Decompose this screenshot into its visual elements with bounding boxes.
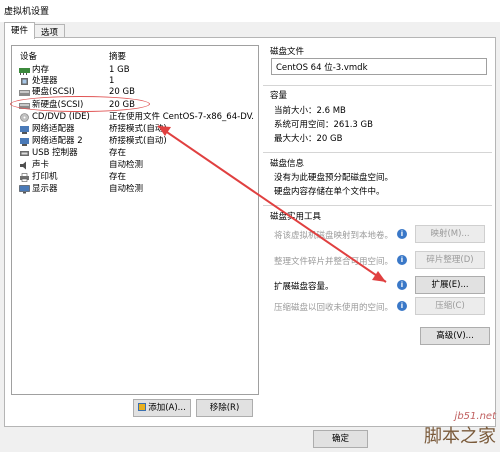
defragment-button[interactable]: 碎片整理(D): [415, 251, 485, 269]
info-icon[interactable]: i: [397, 280, 407, 290]
device-summary: 20 GB: [109, 87, 135, 97]
expand-button[interactable]: 扩展(E)...: [415, 276, 485, 294]
display-icon: [19, 185, 30, 194]
usb-controller-icon: [20, 151, 29, 156]
watermark-site: jb51.net: [454, 411, 496, 422]
device-row-new-hard-disk[interactable]: 新硬盘(SCSI) 20 GB: [12, 100, 258, 111]
device-column-header[interactable]: 设备: [20, 50, 37, 62]
tab-options[interactable]: 选项: [34, 24, 66, 38]
device-name: CD/DVD (IDE): [32, 112, 90, 122]
map-disk-text: 将该虚拟机磁盘映射到本地卷。: [274, 231, 394, 241]
tab-strip: 硬件 选项: [4, 22, 496, 39]
memory-icon: [19, 68, 30, 75]
device-name: 网络适配器 2: [32, 136, 83, 146]
device-name: 内存: [32, 65, 50, 75]
device-list[interactable]: 设备 摘要 内存 1 GB 处理器 1 硬盘(SCSI) 20 GB 新硬盘(S…: [11, 45, 259, 395]
add-shield-icon: [138, 403, 147, 411]
watermark-brand: 脚本之家: [424, 426, 496, 447]
device-summary: 1 GB: [109, 65, 130, 75]
device-list-header: 设备 摘要: [12, 50, 258, 62]
device-row-network-adapter-2[interactable]: 网络适配器 2 桥接模式(自动): [12, 136, 258, 147]
device-row-hard-disk[interactable]: 硬盘(SCSI) 20 GB: [12, 87, 258, 98]
device-summary: 自动检测: [109, 160, 144, 170]
device-row-memory[interactable]: 内存 1 GB: [12, 65, 258, 76]
device-row-processor[interactable]: 处理器 1: [12, 76, 258, 87]
device-row-sound-card[interactable]: 声卡 自动检测: [12, 160, 258, 171]
device-summary: 1: [109, 76, 115, 86]
device-name: 声卡: [32, 160, 50, 170]
disk-file-label: 磁盘文件: [270, 47, 305, 57]
device-row-display[interactable]: 显示器 自动检测: [12, 184, 258, 195]
device-summary: 桥接模式(自动): [109, 136, 167, 146]
processor-icon: [21, 78, 28, 85]
hard-disk-icon: [19, 90, 30, 96]
device-name: 处理器: [32, 76, 58, 86]
device-name: 网络适配器: [32, 124, 75, 134]
disk-info-label: 磁盘信息: [270, 159, 305, 169]
network-adapter-icon: [20, 138, 29, 146]
summary-column-header[interactable]: 摘要: [109, 50, 126, 62]
cd-dvd-icon: [20, 113, 29, 122]
defragment-text: 整理文件碎片并整合可用空间。: [274, 257, 394, 267]
window-title: 虚拟机设置: [4, 7, 50, 17]
device-row-usb-controller[interactable]: USB 控制器 存在: [12, 148, 258, 159]
capacity-label: 容量: [270, 91, 288, 101]
disk-utilities-label: 磁盘实用工具: [270, 212, 322, 222]
disk-info-line-2: 硬盘内容存储在单个文件中。: [274, 187, 385, 197]
current-size-text: 当前大小：2.6 MB: [274, 106, 346, 116]
compact-disk-text: 压缩磁盘以回收未使用的空间。: [274, 303, 394, 313]
sound-card-icon: [20, 161, 26, 170]
disk-file-field[interactable]: CentOS 64 位-3.vmdk: [271, 58, 487, 75]
map-button[interactable]: 映射(M)...: [415, 225, 485, 243]
compact-button[interactable]: 压缩(C): [415, 297, 485, 315]
device-name: 新硬盘(SCSI): [32, 100, 84, 110]
tab-hardware[interactable]: 硬件: [4, 22, 36, 39]
add-button-label: 添加(A)...: [148, 403, 186, 413]
printer-icon: [20, 173, 29, 182]
remove-device-button[interactable]: 移除(R): [196, 399, 253, 417]
device-summary: 正在使用文件 CentOS-7-x86_64-DV...: [109, 112, 254, 122]
available-space-text: 系统可用空间：261.3 GB: [274, 120, 373, 130]
info-icon[interactable]: i: [397, 229, 407, 239]
device-name: 显示器: [32, 184, 58, 194]
hard-disk-icon: [19, 103, 30, 109]
device-summary: 存在: [109, 172, 127, 182]
add-device-button[interactable]: 添加(A)...: [133, 399, 191, 417]
max-size-text: 最大大小：20 GB: [274, 134, 343, 144]
device-row-network-adapter[interactable]: 网络适配器 桥接模式(自动): [12, 124, 258, 135]
watermark: jb51.net 脚本之家: [424, 411, 496, 448]
title-bar: 虚拟机设置: [0, 0, 500, 22]
ok-button[interactable]: 确定: [313, 430, 368, 448]
device-summary: 桥接模式(自动): [109, 124, 167, 134]
info-icon[interactable]: i: [397, 301, 407, 311]
device-summary: 自动检测: [109, 184, 144, 194]
expand-capacity-text: 扩展磁盘容量。: [274, 282, 334, 292]
info-icon[interactable]: i: [397, 255, 407, 265]
device-summary: 存在: [109, 148, 127, 158]
network-adapter-icon: [20, 126, 29, 134]
device-summary: 20 GB: [109, 100, 135, 110]
advanced-button[interactable]: 高级(V)...: [420, 327, 490, 345]
device-name: 硬盘(SCSI): [32, 87, 75, 97]
device-row-printer[interactable]: 打印机 存在: [12, 172, 258, 183]
disk-info-line-1: 没有为此硬盘预分配磁盘空间。: [274, 173, 394, 183]
device-row-cd-dvd[interactable]: CD/DVD (IDE) 正在使用文件 CentOS-7-x86_64-DV..…: [12, 112, 258, 123]
device-name: USB 控制器: [32, 148, 78, 158]
device-name: 打印机: [32, 172, 58, 182]
